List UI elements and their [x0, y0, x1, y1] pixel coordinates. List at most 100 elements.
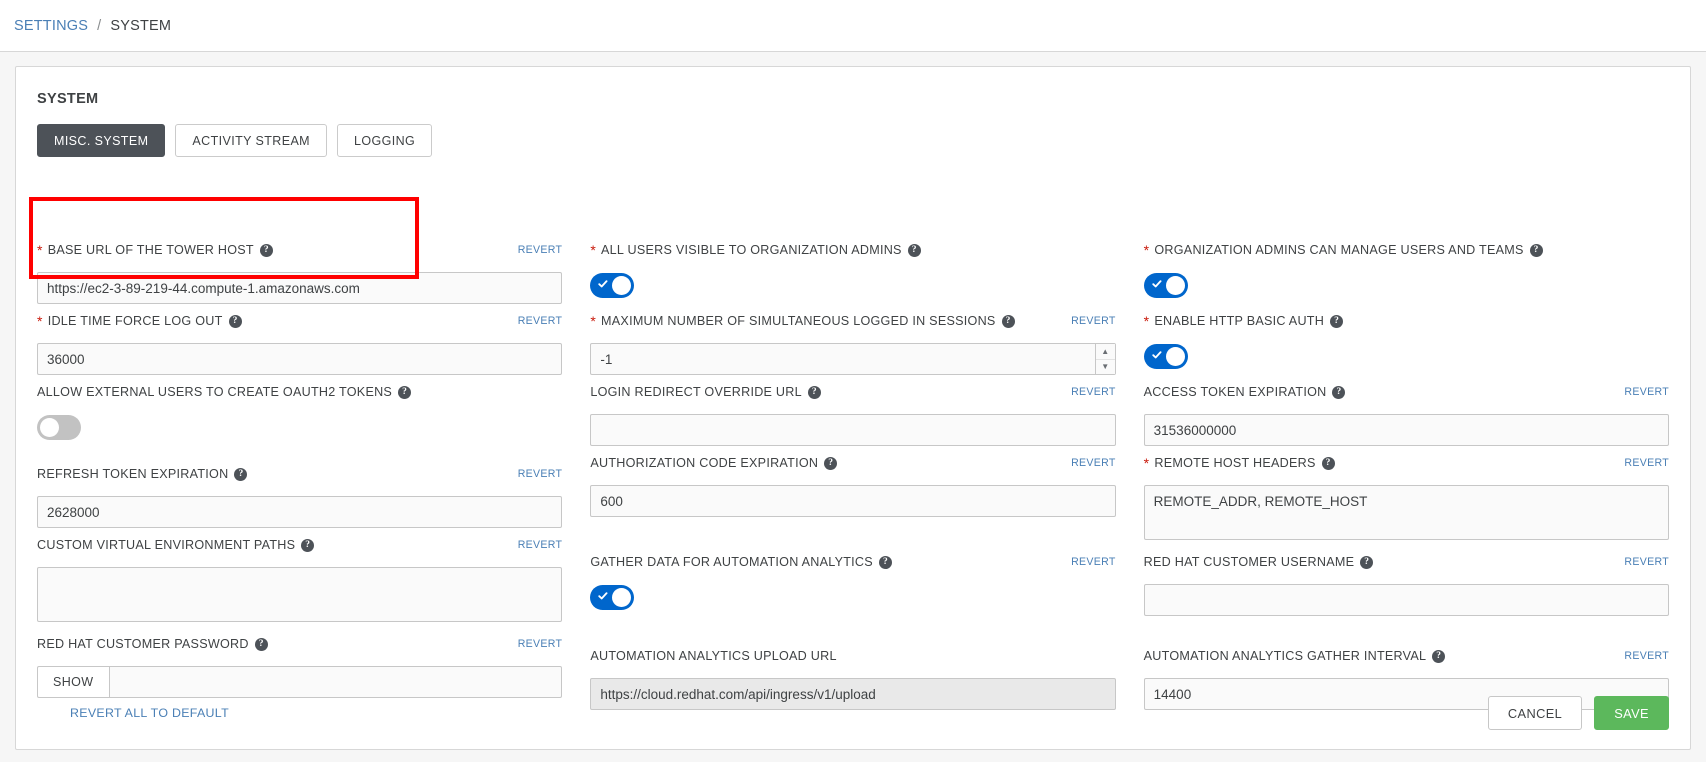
help-icon[interactable]: ? [1002, 315, 1015, 328]
footer-buttons: CANCEL SAVE [1488, 696, 1669, 730]
input-red-hat-customer-username[interactable] [1144, 584, 1669, 616]
help-icon[interactable]: ? [260, 244, 273, 257]
form-column-2: * ALL USERS VISIBLE TO ORGANIZATION ADMIN… [590, 243, 1115, 720]
input-refresh-token-expiration[interactable] [37, 496, 562, 528]
help-icon[interactable]: ? [398, 386, 411, 399]
revert-link-access-token-expiration[interactable]: REVERT [1624, 386, 1669, 398]
help-icon[interactable]: ? [229, 315, 242, 328]
revert-link-gather-data-for-automation-analytics[interactable]: REVERT [1071, 556, 1116, 568]
breadcrumb-current: SYSTEM [110, 18, 171, 34]
help-icon[interactable]: ? [1530, 244, 1543, 257]
label-row: *BASE URL OF THE TOWER HOST?REVERT [37, 243, 562, 265]
input-base-url-of-the-tower-host[interactable] [37, 272, 562, 304]
breadcrumb-separator: / [97, 18, 101, 34]
input-login-redirect-override-url[interactable] [590, 414, 1115, 446]
revert-link-remote-host-headers[interactable]: REVERT [1624, 457, 1669, 469]
label-row: ACCESS TOKEN EXPIRATION? REVERT [1144, 385, 1669, 407]
label-row: LOGIN REDIRECT OVERRIDE URL? REVERT [590, 385, 1115, 407]
chevron-up-icon[interactable]: ▲ [1096, 344, 1115, 360]
revert-link-red-hat-customer-username[interactable]: REVERT [1624, 556, 1669, 568]
revert-link-base-url-of-the-tower-host[interactable]: REVERT [518, 244, 563, 256]
help-icon[interactable]: ? [1432, 650, 1445, 663]
toggle-knob [1166, 276, 1185, 295]
revert-link-refresh-token-expiration[interactable]: REVERT [518, 468, 563, 480]
revert-link-custom-virtual-environment-paths[interactable]: REVERT [518, 539, 563, 551]
label-row: *ENABLE HTTP BASIC AUTH? [1144, 314, 1669, 336]
help-icon[interactable]: ? [808, 386, 821, 399]
spinner-wrapper: ▲▼ [590, 336, 1115, 375]
field-login-redirect-override-url: LOGIN REDIRECT OVERRIDE URL? REVERT [590, 385, 1115, 456]
input-authorization-code-expiration[interactable] [590, 485, 1115, 517]
field-all-users-visible-to-organization-admins: * ALL USERS VISIBLE TO ORGANIZATION ADMIN… [590, 243, 1115, 314]
field-refresh-token-expiration: REFRESH TOKEN EXPIRATION?REVERT [37, 467, 562, 538]
tab-activity-stream[interactable]: ACTIVITY STREAM [175, 124, 327, 157]
input-idle-time-force-log-out[interactable] [37, 343, 562, 375]
revert-link-authorization-code-expiration[interactable]: REVERT [1071, 457, 1116, 469]
settings-form-grid: *BASE URL OF THE TOWER HOST?REVERT*IDLE … [16, 243, 1690, 720]
textarea-custom-virtual-environment-paths[interactable] [37, 567, 562, 622]
help-icon[interactable]: ? [879, 556, 892, 569]
label-row: AUTHORIZATION CODE EXPIRATION?REVERT [590, 456, 1115, 478]
required-asterisk: * [37, 243, 43, 257]
toggle-enable-http-basic-auth[interactable] [1144, 344, 1188, 369]
required-asterisk: * [590, 243, 596, 257]
required-asterisk: * [590, 314, 596, 328]
help-icon[interactable]: ? [1332, 386, 1345, 399]
field-label-gather-data-for-automation-analytics: GATHER DATA FOR AUTOMATION ANALYTICS? [590, 555, 892, 569]
help-icon[interactable]: ? [255, 638, 268, 651]
field-gather-data-for-automation-analytics: GATHER DATA FOR AUTOMATION ANALYTICS? REV… [590, 555, 1115, 649]
field-label-text: AUTOMATION ANALYTICS UPLOAD URL [590, 649, 836, 663]
revert-all-to-default-link[interactable]: REVERT ALL TO DEFAULT [70, 706, 229, 720]
help-icon[interactable]: ? [908, 244, 921, 257]
revert-link-red-hat-customer-password[interactable]: REVERT [518, 638, 563, 650]
breadcrumb-settings-link[interactable]: SETTINGS [14, 18, 88, 34]
system-settings-panel: SYSTEM MISC. SYSTEM ACTIVITY STREAM LOGGIN… [15, 66, 1691, 750]
field-label-maximum-number-of-simultaneous-logged-in-sessions: *MAXIMUM NUMBER OF SIMULTANEOUS LOGGED I… [590, 314, 1014, 328]
input-maximum-number-of-simultaneous-logged-in-sessions[interactable] [590, 343, 1115, 375]
page-title: SYSTEM [16, 67, 1690, 107]
field-label-remote-host-headers: * REMOTE HOST HEADERS? [1144, 456, 1335, 470]
revert-link-idle-time-force-log-out[interactable]: REVERT [518, 315, 563, 327]
revert-link-maximum-number-of-simultaneous-logged-in-sessions[interactable]: REVERT [1071, 315, 1116, 327]
help-icon[interactable]: ? [1322, 457, 1335, 470]
field-organization-admins-can-manage-users-and-teams: *ORGANIZATION ADMINS CAN MANAGE USERS AN… [1144, 243, 1669, 314]
label-row: *ORGANIZATION ADMINS CAN MANAGE USERS AN… [1144, 243, 1669, 265]
label-row: CUSTOM VIRTUAL ENVIRONMENT PATHS? REVERT [37, 538, 562, 560]
label-row: * ALL USERS VISIBLE TO ORGANIZATION ADMIN… [590, 243, 1115, 265]
required-asterisk: * [37, 314, 43, 328]
field-label-access-token-expiration: ACCESS TOKEN EXPIRATION? [1144, 385, 1346, 399]
toggle-allow-external-users-to-create-oauth2-tokens[interactable] [37, 415, 81, 440]
help-icon[interactable]: ? [301, 539, 314, 552]
check-icon [1152, 350, 1162, 360]
field-label-text: RED HAT CUSTOMER USERNAME [1144, 555, 1355, 569]
help-icon[interactable]: ? [1360, 556, 1373, 569]
help-icon[interactable]: ? [824, 457, 837, 470]
toggle-all-users-visible-to-organization-admins[interactable] [590, 273, 634, 298]
help-icon[interactable]: ? [234, 468, 247, 481]
toggle-knob [1166, 347, 1185, 366]
field-label-text: RED HAT CUSTOMER PASSWORD [37, 637, 249, 651]
field-label-text: LOGIN REDIRECT OVERRIDE URL [590, 385, 802, 399]
tab-misc-system[interactable]: MISC. SYSTEM [37, 124, 165, 157]
tab-logging[interactable]: LOGGING [337, 124, 432, 157]
input-access-token-expiration[interactable] [1144, 414, 1669, 446]
field-remote-host-headers: * REMOTE HOST HEADERS? REVERT [1144, 456, 1669, 555]
field-label-text: ALL USERS VISIBLE TO ORGANIZATION ADMINS [601, 243, 902, 257]
required-asterisk: * [1144, 243, 1150, 257]
spinner-buttons[interactable]: ▲▼ [1095, 344, 1115, 374]
required-asterisk: * [1144, 456, 1150, 470]
textarea-remote-host-headers[interactable] [1144, 485, 1669, 540]
cancel-button[interactable]: CANCEL [1488, 696, 1582, 730]
field-label-custom-virtual-environment-paths: CUSTOM VIRTUAL ENVIRONMENT PATHS? [37, 538, 314, 552]
field-label-login-redirect-override-url: LOGIN REDIRECT OVERRIDE URL? [590, 385, 821, 399]
help-icon[interactable]: ? [1330, 315, 1343, 328]
toggle-knob [612, 588, 631, 607]
field-label-text: IDLE TIME FORCE LOG OUT [48, 314, 223, 328]
chevron-down-icon[interactable]: ▼ [1096, 360, 1115, 375]
toggle-gather-data-for-automation-analytics[interactable] [590, 585, 634, 610]
revert-link-login-redirect-override-url[interactable]: REVERT [1071, 386, 1116, 398]
revert-link-automation-analytics-gather-interval[interactable]: REVERT [1624, 650, 1669, 662]
field-label-text: REMOTE HOST HEADERS [1154, 456, 1315, 470]
save-button[interactable]: SAVE [1594, 696, 1669, 730]
toggle-organization-admins-can-manage-users-and-teams[interactable] [1144, 273, 1188, 298]
